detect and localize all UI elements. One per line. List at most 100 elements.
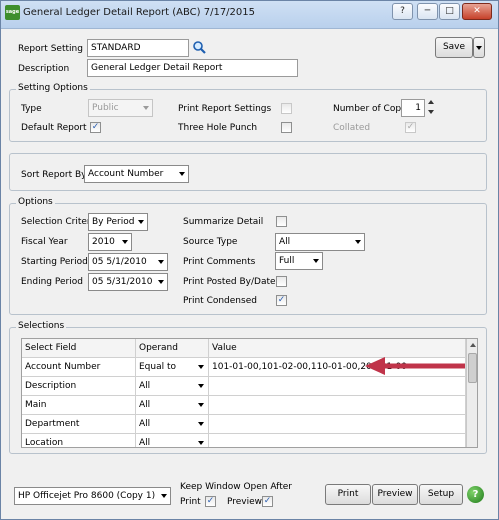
print-comments-label: Print Comments [183,257,256,267]
starting-period-value: 05 5/1/2010 [92,257,147,267]
help-window-button[interactable]: ? [392,3,413,20]
summarize-detail-label: Summarize Detail [183,217,264,227]
window-title: General Ledger Detail Report (ABC) 7/17/… [23,7,256,18]
print-condensed-checkbox[interactable]: ✓ [276,295,287,306]
fiscal-year-select[interactable]: 2010 [88,233,132,251]
print-button[interactable]: Print [325,484,371,505]
chevron-down-icon [313,259,319,263]
description-label: Description [18,64,70,74]
sort-report-by-select[interactable]: Account Number [84,165,189,183]
selection-criteria-label: Selection Criteria [21,217,99,227]
source-type-select[interactable]: All [275,233,365,251]
row-4-value[interactable] [209,415,466,434]
print-posted-by-checkbox[interactable] [276,276,287,287]
chevron-down-icon[interactable] [198,384,204,388]
description-field[interactable]: General Ledger Detail Report [87,59,298,77]
row-3-operand[interactable]: All [136,396,209,415]
column-header-select-field[interactable]: Select Field [22,339,136,358]
chevron-down-icon [161,494,167,498]
row-5-field[interactable]: Location [22,434,136,447]
save-options-dropdown[interactable] [473,37,485,58]
number-of-copies-field[interactable]: 1 [401,99,425,117]
row-4-operand[interactable]: All [136,415,209,434]
number-of-copies-value: 1 [415,103,421,113]
copies-spin-up-icon[interactable] [428,100,434,104]
fiscal-year-label: Fiscal Year [21,237,68,247]
source-type-value: All [279,237,291,247]
sort-report-by-label: Sort Report By [21,170,87,180]
options-title: Options [16,197,55,207]
printer-value: HP Officejet Pro 8600 (Copy 1) [18,491,156,501]
close-button[interactable]: ✕ [462,3,492,20]
chevron-down-icon [122,240,128,244]
selection-criteria-select[interactable]: By Period [88,213,148,231]
keep-open-preview-checkbox[interactable]: ✓ [262,496,273,507]
column-header-operand[interactable]: Operand [136,339,209,358]
print-report-settings-label: Print Report Settings [178,104,272,114]
chevron-down-icon [158,260,164,264]
maximize-button[interactable]: □ [439,3,460,20]
row-2-value[interactable] [209,377,466,396]
print-comments-select[interactable]: Full [275,252,323,270]
type-value: Public [92,103,119,113]
keep-open-print-label: Print [180,497,201,507]
row-5-value[interactable] [209,434,466,447]
three-hole-punch-label: Three Hole Punch [178,123,258,133]
summarize-detail-checkbox[interactable] [276,216,287,227]
chevron-down-icon [158,280,164,284]
chevron-down-icon [355,240,361,244]
setup-button[interactable]: Setup [419,484,463,505]
source-type-label: Source Type [183,237,238,247]
chevron-down-icon[interactable] [198,422,204,426]
chevron-down-icon[interactable] [198,441,204,445]
fiscal-year-value: 2010 [92,237,115,247]
lookup-icon[interactable] [192,40,206,54]
save-button[interactable]: Save [435,37,473,58]
collated-checkbox: ✓ [405,122,416,133]
minimize-button[interactable]: ─ [417,3,438,20]
row-3-value[interactable] [209,396,466,415]
three-hole-punch-checkbox[interactable] [281,122,292,133]
row-3-field[interactable]: Main [22,396,136,415]
keep-window-open-label: Keep Window Open After [180,482,292,492]
help-icon[interactable]: ? [467,486,484,503]
row-1-operand-value: Equal to [139,362,177,372]
highlight-arrow-icon [365,357,465,375]
row-1-operand[interactable]: Equal to [136,358,209,377]
type-select: Public [88,99,153,117]
default-report-checkbox[interactable]: ✓ [90,122,101,133]
row-2-operand[interactable]: All [136,377,209,396]
copies-spin-down-icon[interactable] [428,110,434,114]
starting-period-label: Starting Period [21,257,88,267]
chevron-down-icon[interactable] [198,403,204,407]
title-bar[interactable]: sage General Ledger Detail Report (ABC) … [1,1,498,29]
row-2-field[interactable]: Description [22,377,136,396]
app-logo-icon: sage [5,5,20,20]
chevron-down-icon [179,172,185,176]
row-4-field[interactable]: Department [22,415,136,434]
scroll-thumb[interactable] [468,353,477,383]
sort-report-by-value: Account Number [88,169,164,179]
row-1-field[interactable]: Account Number [22,358,136,377]
print-posted-by-label: Print Posted By/Date [183,277,276,287]
ending-period-select[interactable]: 05 5/31/2010 [88,273,168,291]
selections-title: Selections [16,321,67,331]
print-report-settings-checkbox[interactable] [281,103,292,114]
row-3-operand-value: All [139,400,151,410]
scroll-up-icon[interactable] [470,343,476,347]
type-label: Type [21,104,42,114]
selection-criteria-value: By Period [92,217,135,227]
collated-label: Collated [333,123,371,133]
chevron-down-icon [138,220,144,224]
report-setting-field[interactable]: STANDARD [87,39,189,57]
row-5-operand[interactable]: All [136,434,209,447]
printer-select[interactable]: HP Officejet Pro 8600 (Copy 1) [14,487,171,505]
print-condensed-label: Print Condensed [183,296,257,306]
chevron-down-icon[interactable] [198,365,204,369]
preview-button[interactable]: Preview [372,484,418,505]
ending-period-label: Ending Period [21,277,83,287]
keep-open-print-checkbox[interactable]: ✓ [205,496,216,507]
starting-period-select[interactable]: 05 5/1/2010 [88,253,168,271]
print-comments-value: Full [279,256,295,266]
report-window: sage General Ledger Detail Report (ABC) … [0,0,499,520]
